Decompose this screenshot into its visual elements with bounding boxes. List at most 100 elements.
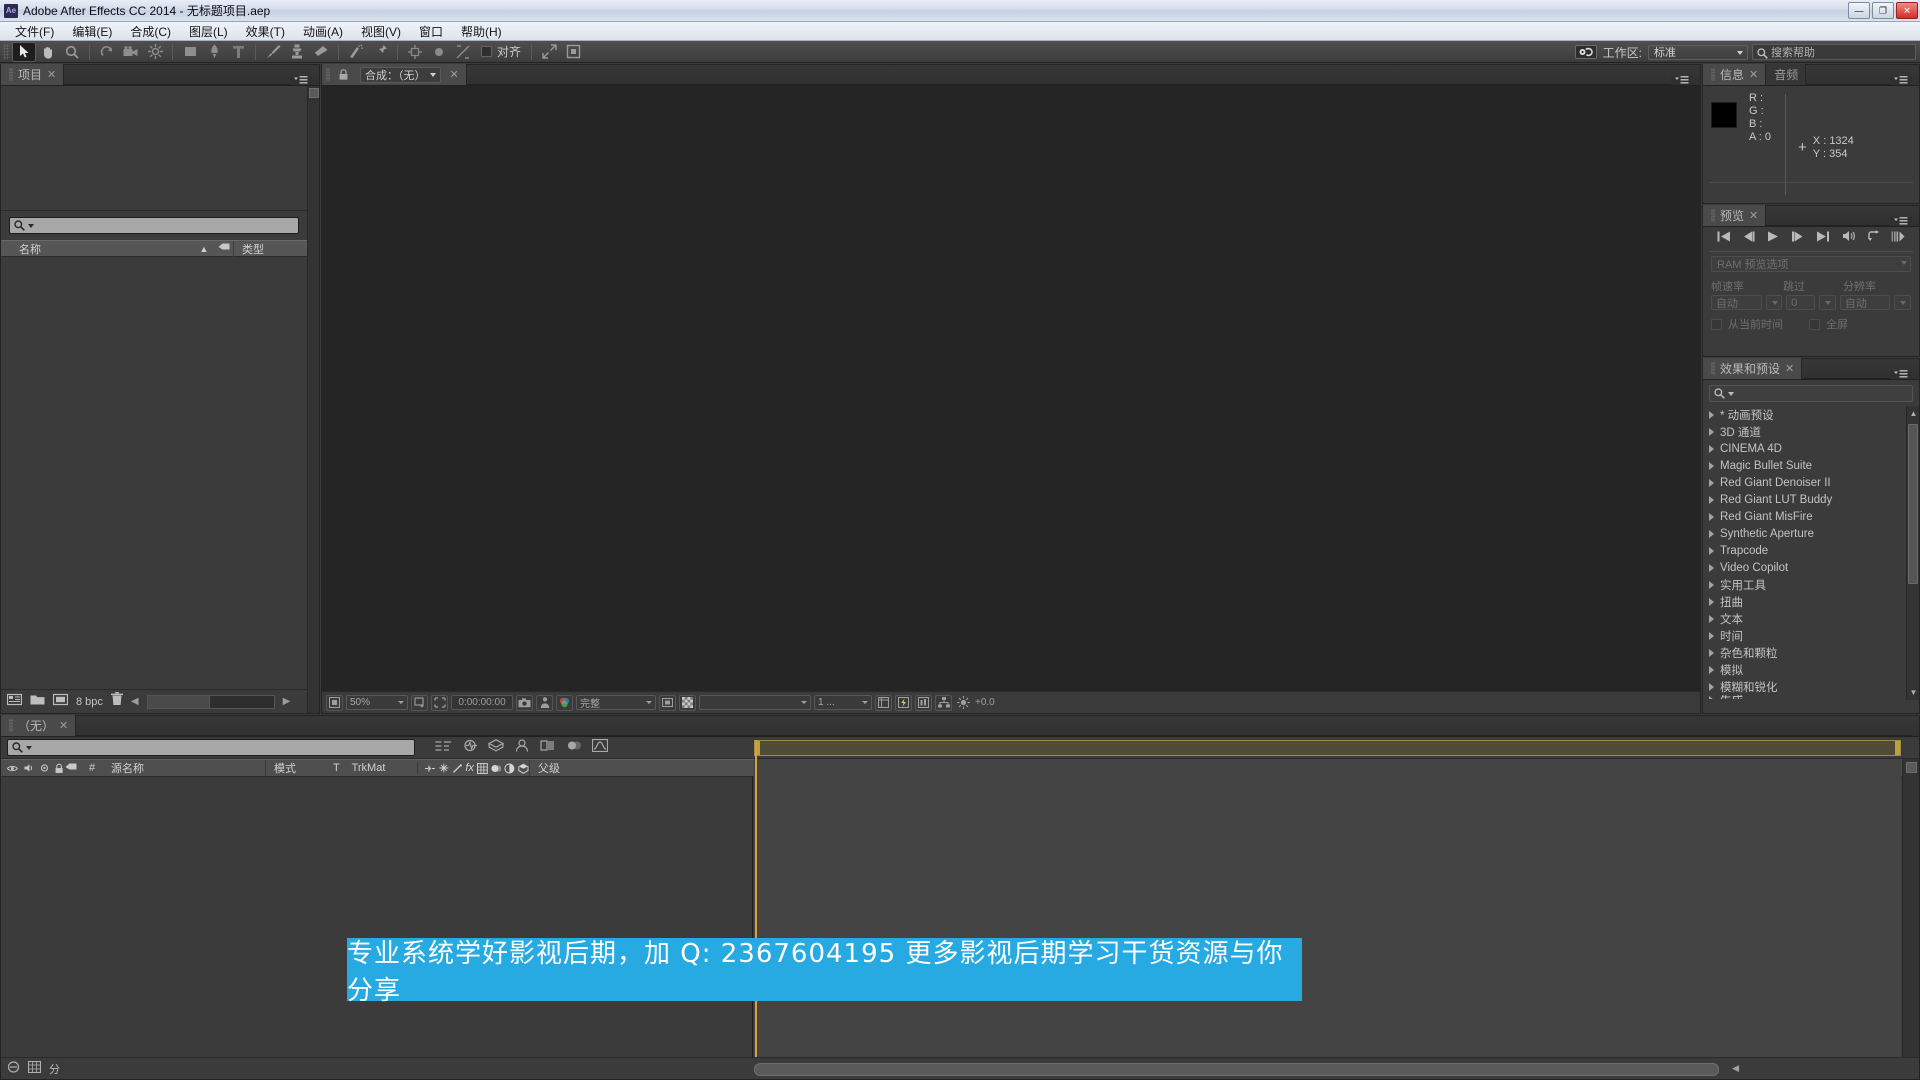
list-item[interactable]: 杂色和颗粒 [1703, 644, 1906, 661]
column-trkmat[interactable]: T TrkMat [327, 762, 417, 774]
last-frame-button[interactable] [1816, 229, 1830, 247]
fit-frame-icon[interactable] [561, 42, 585, 62]
disclosure-triangle-icon[interactable] [1709, 597, 1714, 606]
disclosure-triangle-icon[interactable] [1709, 512, 1714, 521]
minimize-button[interactable]: — [1848, 2, 1870, 19]
align-checkbox[interactable] [481, 46, 492, 57]
from-current-time-checkbox[interactable] [1711, 318, 1722, 330]
tab-close-icon[interactable]: ✕ [450, 68, 459, 81]
delete-icon[interactable] [110, 692, 123, 711]
transparency-grid-icon[interactable] [679, 694, 696, 711]
list-item[interactable]: Magic Bullet Suite [1703, 457, 1906, 474]
project-item-list[interactable] [1, 261, 307, 689]
tab-info[interactable]: 信息 ✕ [1703, 64, 1767, 85]
tab-composition[interactable]: 合成：（无） ✕ [322, 64, 467, 85]
disclosure-triangle-icon[interactable] [1709, 444, 1714, 453]
scrollbar-thumb[interactable] [1908, 424, 1918, 584]
tab-preview[interactable]: 预览 ✕ [1703, 205, 1767, 226]
list-item[interactable]: 模拟 [1703, 661, 1906, 678]
close-button[interactable]: ✕ [1896, 2, 1918, 19]
disclosure-triangle-icon[interactable] [1709, 631, 1714, 640]
list-item[interactable]: * 动画预设 [1703, 406, 1906, 423]
lock-icon[interactable] [335, 69, 351, 80]
toolbar-grip[interactable] [3, 43, 9, 60]
tab-timeline[interactable]: （无） ✕ [1, 715, 77, 736]
disclosure-triangle-icon[interactable] [1709, 665, 1714, 674]
effects-fx-icon[interactable]: fx [465, 762, 474, 774]
loop-button[interactable] [1867, 229, 1880, 247]
disclosure-triangle-icon[interactable] [1709, 495, 1714, 504]
timeline-link-icon[interactable] [915, 694, 932, 711]
list-item[interactable]: 模糊和锐化 [1703, 678, 1906, 695]
disclosure-triangle-icon[interactable] [1709, 529, 1714, 538]
column-mode[interactable]: 模式 [265, 760, 327, 776]
tab-audio[interactable]: 音频 [1766, 64, 1807, 85]
timeline-work-area-bar[interactable] [754, 740, 1901, 756]
list-item[interactable]: 实用工具 [1703, 576, 1906, 593]
list-item[interactable]: Red Giant Denoiser II [1703, 474, 1906, 491]
pen-tool-button[interactable] [202, 42, 226, 62]
list-item[interactable]: 文本 [1703, 610, 1906, 627]
timeline-playhead[interactable] [755, 740, 757, 1057]
tab-effects-and-presets[interactable]: 效果和预设 ✕ [1703, 358, 1803, 379]
always-preview-icon[interactable] [326, 694, 343, 711]
draft-3d-icon[interactable] [487, 738, 505, 757]
resolution-field[interactable]: 自动 [1839, 295, 1891, 310]
list-item[interactable]: Video Copilot [1703, 559, 1906, 576]
comp-flowchart-icon[interactable] [935, 694, 952, 711]
frame-rate-field[interactable]: 自动 [1711, 295, 1762, 310]
menu-composition[interactable]: 合成(C) [121, 22, 180, 41]
column-source-name[interactable]: 源名称 [105, 760, 265, 776]
first-frame-button[interactable] [1717, 229, 1731, 247]
toggle-switches-modes-icon[interactable] [7, 1060, 20, 1078]
search-filter-caret-icon[interactable] [28, 223, 34, 228]
region-interest-toggle-icon[interactable] [659, 694, 676, 711]
view-layout-select[interactable] [699, 695, 811, 710]
list-item[interactable]: 生成 [1703, 695, 1906, 699]
label-tag-icon[interactable] [215, 243, 233, 254]
timeline-graph-area[interactable] [754, 759, 1901, 1057]
menu-edit[interactable]: 编辑(E) [63, 22, 121, 41]
timeline-search-input[interactable] [7, 739, 415, 756]
project-vertical-scrollbar[interactable] [307, 86, 319, 713]
previous-frame-button[interactable] [1742, 229, 1756, 247]
project-search-input[interactable] [9, 217, 299, 234]
expand-arrows-icon[interactable] [537, 42, 561, 62]
composition-mini-flowchart-icon[interactable] [435, 739, 452, 757]
play-button[interactable] [1767, 229, 1779, 247]
channel-rgb-icon[interactable] [556, 694, 573, 711]
views-count-select[interactable]: 1 ... [814, 695, 872, 710]
scroll-left-arrow-icon[interactable]: ◀ [1732, 1063, 1739, 1074]
current-timecode-field[interactable]: 0:00:00:00 [451, 695, 513, 710]
disclosure-triangle-icon[interactable] [1709, 614, 1714, 623]
tab-close-icon[interactable]: ✕ [47, 68, 56, 81]
pixel-aspect-correction-icon[interactable] [875, 694, 892, 711]
align-center-icon[interactable] [427, 42, 451, 62]
column-parent[interactable]: 父级 [529, 760, 613, 776]
timeline-layer-list[interactable] [1, 777, 753, 1057]
maximize-button[interactable]: ❐ [1872, 2, 1894, 19]
info-panel-menu-button[interactable] [1890, 76, 1912, 85]
align-snap-icon[interactable] [451, 42, 475, 62]
roto-brush-tool-button[interactable] [344, 42, 368, 62]
effects-vertical-scrollbar[interactable]: ▲ ▼ [1906, 406, 1919, 713]
show-snapshot-icon[interactable] [536, 694, 553, 711]
menu-effect[interactable]: 效果(T) [237, 22, 294, 41]
scroll-down-icon[interactable]: ▼ [1907, 685, 1920, 700]
graph-editor-footer-icon[interactable] [27, 1060, 42, 1078]
tab-project[interactable]: 项目 ✕ [1, 64, 65, 85]
hand-tool-button[interactable] [36, 42, 60, 62]
disclosure-triangle-icon[interactable] [1709, 461, 1714, 470]
effects-category-list[interactable]: * 动画预设 3D 通道 CINEMA 4D Magic Bullet Suit… [1703, 406, 1906, 699]
skip-field[interactable]: 0 [1786, 295, 1816, 310]
list-item[interactable]: Trapcode [1703, 542, 1906, 559]
exposure-reset-icon[interactable] [955, 695, 972, 711]
search-filter-caret-icon[interactable] [26, 745, 32, 750]
project-settings-icon[interactable] [52, 693, 69, 711]
list-item[interactable]: Red Giant MisFire [1703, 508, 1906, 525]
disclosure-triangle-icon[interactable] [1709, 695, 1714, 699]
disclosure-triangle-icon[interactable] [1709, 546, 1714, 555]
menu-layer[interactable]: 图层(L) [180, 22, 237, 41]
list-item[interactable]: Red Giant LUT Buddy [1703, 491, 1906, 508]
disclosure-triangle-icon[interactable] [1709, 478, 1714, 487]
